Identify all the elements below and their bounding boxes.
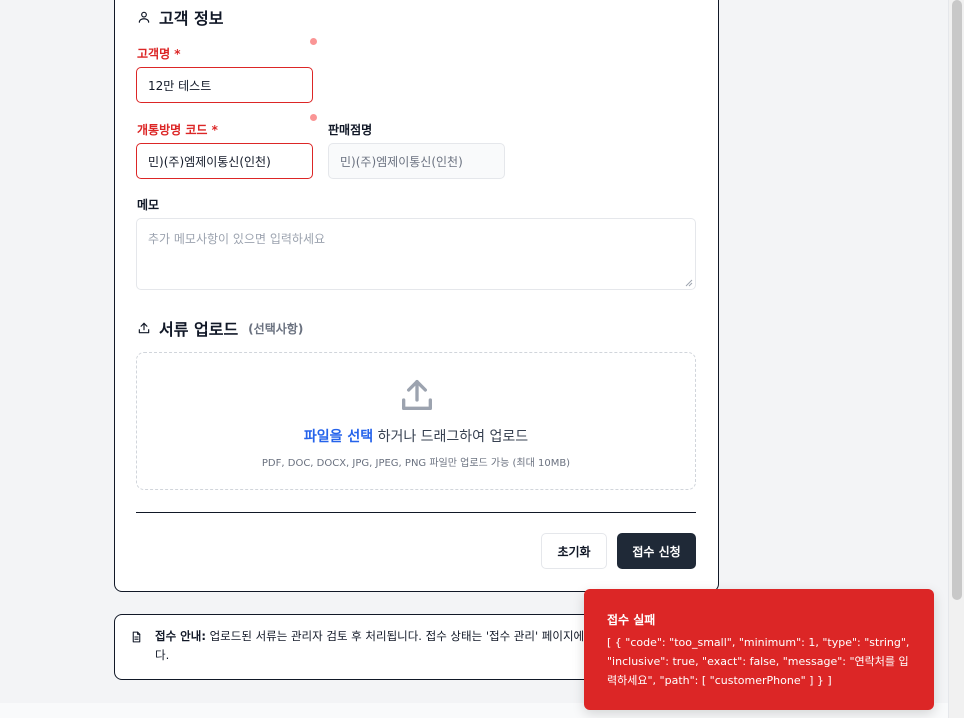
upload-icon [137,321,151,335]
code-input[interactable]: 민)(주)엠제이통신(인천) [136,143,313,179]
required-indicator [310,114,317,121]
store-name-field: 민)(주)엠제이통신(인천) [328,143,505,179]
page-scrollbar[interactable] [948,0,964,718]
file-format-hint: PDF, DOC, DOCX, JPG, JPEG, PNG 파일만 업로드 가… [261,458,571,469]
error-toast[interactable]: 접수 실패 [ { "code": "too_small", "minimum"… [584,589,934,710]
optional-label: (선택사항) [248,321,304,336]
toast-title: 접수 실패 [607,613,656,627]
dropzone-text: 파일을 선택 하거나 드래그하여 업로드 [137,426,695,446]
upload-section-title: 서류 업로드 (선택사항) [137,316,303,340]
memo-textarea[interactable]: 추가 메모사항이 있으면 입력하세요 [136,218,696,290]
customer-name-input[interactable]: 12만 테스트 [136,67,313,103]
upload-section-label: 서류 업로드 [159,320,239,339]
reset-button[interactable]: 초기화 [541,533,607,569]
form-divider [136,512,696,513]
code-label: 개통방명 코드 * [137,123,218,137]
submit-button[interactable]: 접수 신청 [617,533,696,569]
scrollbar-thumb[interactable] [952,0,962,600]
user-icon [137,10,151,24]
customer-name-label: 고객명 * [137,47,181,61]
file-dropzone[interactable]: 파일을 선택 하거나 드래그하여 업로드 PDF, DOC, DOCX, JPG… [136,352,696,490]
upload-cloud-icon [397,375,437,415]
document-icon [130,630,143,644]
notice-title: 접수 안내: [155,629,206,643]
required-indicator [310,38,317,45]
store-name-label: 판매점명 [328,123,373,137]
toast-message: [ { "code": "too_small", "minimum": 1, "… [607,636,910,687]
drop-instruction: 하거나 드래그하여 업로드 [373,429,529,445]
select-file-link[interactable]: 파일을 선택 [304,429,373,445]
memo-label: 메모 [137,198,160,212]
resize-grip-icon[interactable] [685,279,693,287]
customer-section-title: 고객 정보 [137,5,223,29]
memo-placeholder: 추가 메모사항이 있으면 입력하세요 [148,232,326,246]
customer-section-label: 고객 정보 [159,9,224,28]
form-card: 고객 정보 고객명 * 12만 테스트 개통방명 코드 * 민)(주)엠제이통신… [114,0,719,592]
